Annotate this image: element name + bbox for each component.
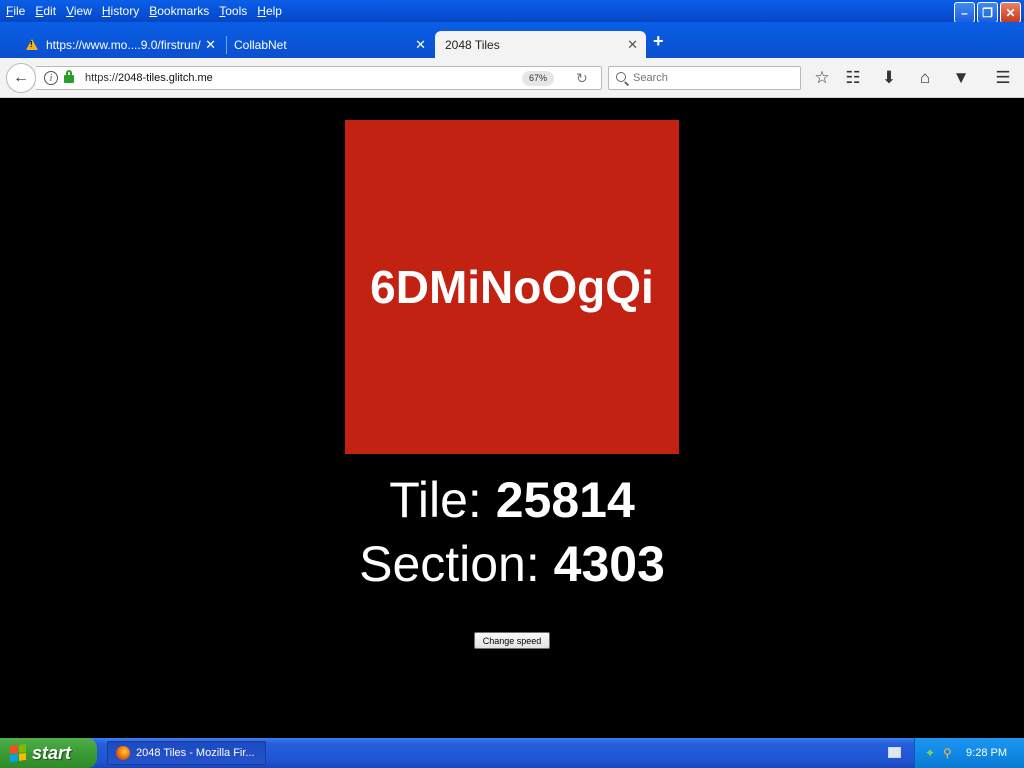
reload-icon[interactable]: ↻ (576, 70, 588, 87)
tab-close-icon[interactable]: ✕ (205, 37, 216, 53)
tab-title: https://www.mo....9.0/firstrun/ (46, 37, 201, 52)
menu-edit[interactable]: Edit (35, 4, 56, 18)
home-icon[interactable]: ⌂ (915, 68, 935, 88)
window-controls: – ❐ ✕ (954, 2, 1021, 23)
taskbar-item-firefox[interactable]: 2048 Tiles - Mozilla Fir... (107, 741, 266, 765)
menu-bar: File Edit View History Bookmarks Tools H… (0, 0, 1024, 23)
taskbar: start 2048 Tiles - Mozilla Fir... ✦ ⚲ 9:… (0, 738, 1024, 768)
tab-firstrun[interactable]: https://www.mo....9.0/firstrun/ ✕ (16, 31, 224, 58)
clock: 9:28 PM (966, 747, 1007, 759)
menu-tools[interactable]: Tools (219, 4, 247, 18)
navigation-toolbar: ← i https://2048-tiles.glitch.me 67% ↻ S… (0, 58, 1024, 98)
zoom-level-badge[interactable]: 67% (522, 71, 555, 86)
new-tab-icon[interactable]: + (653, 31, 664, 52)
download-icon[interactable]: ⬇ (879, 68, 899, 88)
menu-bookmarks[interactable]: Bookmarks (149, 4, 209, 18)
tile-square: 6DMiNoOgQi (345, 120, 679, 454)
tab-close-icon[interactable]: ✕ (627, 37, 638, 53)
restore-icon: ❐ (982, 5, 993, 20)
tab-2048-tiles[interactable]: 2048 Tiles ✕ (435, 31, 646, 58)
menu-view[interactable]: View (66, 4, 92, 18)
bookmarks-library-icon[interactable]: ☷ (843, 68, 863, 88)
tile-code: 6DMiNoOgQi (370, 261, 654, 313)
search-icon (616, 72, 626, 82)
section-counter: Section: 4303 (359, 536, 665, 592)
windows-logo-icon (10, 743, 26, 763)
info-icon[interactable]: i (44, 71, 58, 85)
minimize-icon: – (961, 5, 968, 20)
search-placeholder: Search (633, 72, 668, 84)
search-input[interactable]: Search (608, 66, 801, 90)
tile-counter: Tile: 25814 (389, 472, 635, 528)
system-tray: ✦ ⚲ 9:28 PM (914, 738, 1024, 768)
firefox-icon (116, 746, 130, 760)
menu-history[interactable]: History (102, 4, 139, 18)
restore-button[interactable]: ❐ (977, 2, 998, 23)
back-button[interactable]: ← (6, 63, 36, 93)
lock-icon[interactable] (64, 70, 74, 83)
back-arrow-icon: ← (13, 69, 29, 86)
tab-title: CollabNet (234, 37, 287, 52)
keyboard-icon[interactable] (888, 747, 901, 758)
start-button[interactable]: start (0, 738, 97, 768)
hamburger-menu-icon[interactable]: ☰ (993, 68, 1013, 88)
pocket-icon[interactable]: ▼ (951, 68, 971, 88)
tab-close-icon[interactable]: ✕ (415, 37, 426, 53)
bookmark-star-icon[interactable]: ☆ (812, 68, 832, 88)
warning-icon (26, 39, 38, 50)
network-icon[interactable]: ✦ (925, 746, 939, 760)
menu-help[interactable]: Help (257, 4, 282, 18)
tile-number: 25814 (495, 472, 635, 528)
tab-strip: https://www.mo....9.0/firstrun/ ✕ Collab… (0, 22, 1024, 58)
page-content: 6DMiNoOgQi Tile: 25814 Section: 4303 Cha… (0, 99, 1024, 738)
close-icon: ✕ (1005, 5, 1016, 20)
close-window-button[interactable]: ✕ (1000, 2, 1021, 23)
search-tray-icon[interactable]: ⚲ (943, 746, 957, 760)
tab-title: 2048 Tiles (445, 37, 500, 52)
tab-collabnet[interactable]: CollabNet ✕ (224, 31, 434, 58)
section-number: 4303 (553, 536, 665, 592)
url-text[interactable]: https://2048-tiles.glitch.me (85, 72, 213, 84)
url-bar[interactable]: i https://2048-tiles.glitch.me 67% ↻ (36, 66, 602, 90)
minimize-button[interactable]: – (954, 2, 975, 23)
menu-file[interactable]: File (6, 4, 25, 18)
change-speed-button[interactable]: Change speed (474, 632, 550, 649)
